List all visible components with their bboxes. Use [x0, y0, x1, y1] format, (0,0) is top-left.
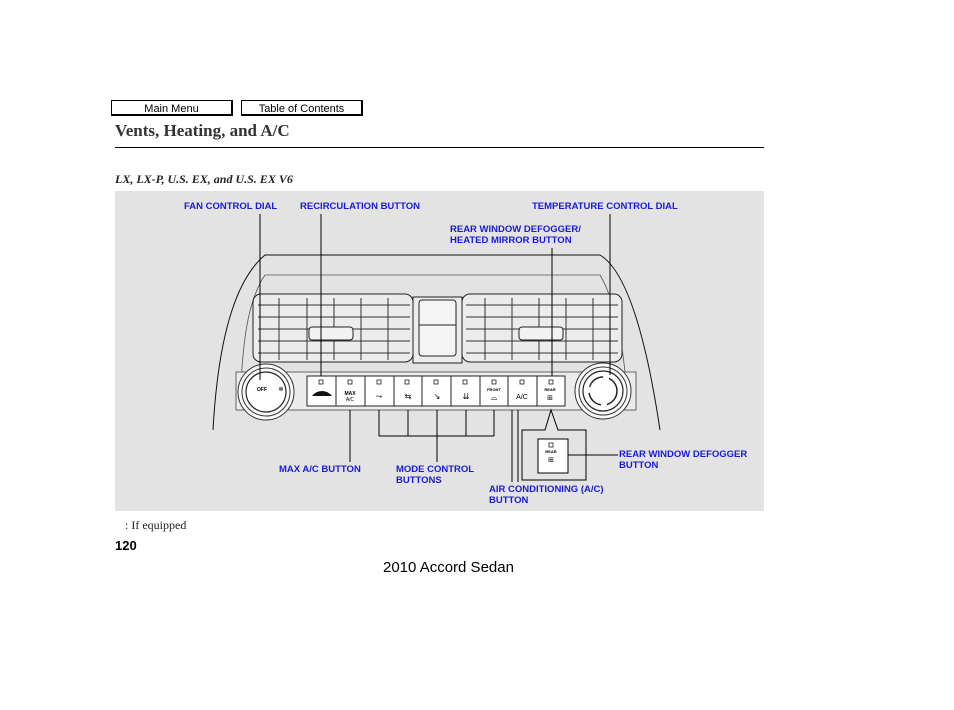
label-line: BUTTONS: [396, 475, 442, 486]
recirc-indicator: [318, 379, 324, 385]
vent-mode-icon: ⤳: [376, 392, 383, 401]
floor-mode-icon: ↘: [434, 392, 441, 401]
label-recirculation-button: RECIRCULATION BUTTON: [300, 201, 420, 212]
label-line: MODE CONTROL: [396, 464, 475, 475]
page-number: 120: [115, 538, 137, 553]
label-line: HEATED MIRROR BUTTON: [450, 235, 572, 246]
svg-text:A/C: A/C: [346, 397, 355, 403]
climate-panel-illustration: MAX A/C ⤳ ⇆ ↘ ⇊ FRONT ⌓ A/C REAR ⊞ OFF ✻…: [212, 214, 661, 482]
fan-control-dial: OFF ✻: [237, 363, 295, 421]
label-fan-control-dial: FAN CONTROL DIAL: [184, 201, 278, 212]
rear-defrost-icon: ⊞: [548, 456, 554, 464]
footnote: : If equipped: [125, 518, 187, 532]
label-line: AIR CONDITIONING (A/C): [489, 484, 604, 495]
svg-text:A/C: A/C: [516, 394, 528, 401]
svg-text:REAR: REAR: [545, 449, 556, 454]
label-line: BUTTON: [619, 460, 659, 471]
label-line: REAR WINDOW DEFOGGER/: [450, 224, 581, 235]
front-defrost-icon: ⌓: [491, 393, 498, 402]
temperature-control-dial: [574, 362, 632, 420]
label-line: REAR WINDOW DEFOGGER: [619, 449, 748, 460]
label-rear-defogger-mirror: REAR WINDOW DEFOGGER/ HEATED MIRROR BUTT…: [450, 224, 581, 246]
label-rear-defogger-button: REAR WINDOW DEFOGGER BUTTON: [619, 449, 747, 471]
floor-defrost-mode-icon: ⇊: [463, 392, 470, 401]
fan-icon: ✻: [278, 386, 283, 393]
rear-defrost-mirror-icon: ⊞: [547, 394, 553, 402]
footer-model: 2010 Accord Sedan: [383, 559, 514, 576]
label-max-ac-button: MAX A/C BUTTON: [279, 464, 361, 475]
svg-text:FRONT: FRONT: [487, 387, 501, 392]
label-temperature-control-dial: TEMPERATURE CONTROL DIAL: [532, 201, 678, 212]
label-line: BUTTON: [489, 495, 529, 506]
bilevel-mode-icon: ⇆: [405, 392, 412, 401]
svg-text:OFF: OFF: [257, 387, 267, 393]
label-mode-control-buttons: MODE CONTROL BUTTONS: [396, 464, 474, 486]
label-air-conditioning-button: AIR CONDITIONING (A/C) BUTTON: [489, 484, 604, 506]
svg-text:REAR: REAR: [544, 387, 555, 392]
